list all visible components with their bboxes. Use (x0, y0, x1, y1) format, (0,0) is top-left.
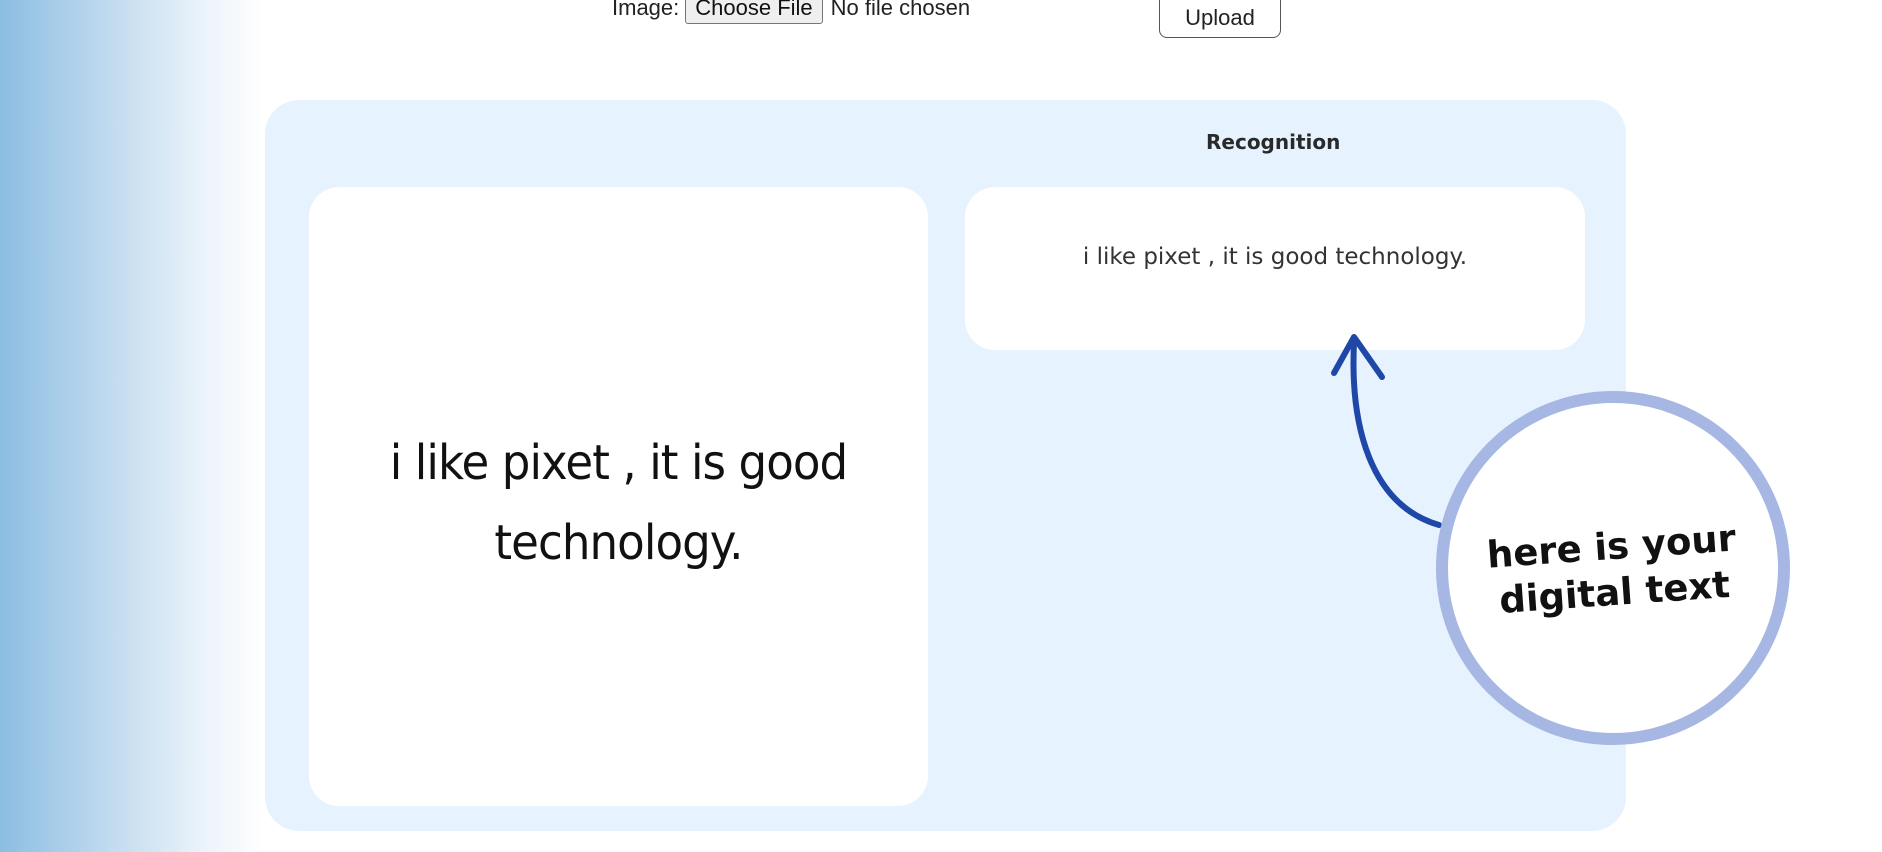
callout-text: here is your digital text (1445, 513, 1781, 628)
recognized-text-card: i like pixet , it is good technology. (965, 187, 1585, 350)
left-gradient-decoration (0, 0, 264, 852)
file-status-text: No file chosen (830, 0, 971, 20)
recognized-text: i like pixet , it is good technology. (1082, 244, 1468, 270)
handwriting-line-2: technology. (494, 515, 743, 571)
handwriting-line-1: i like pixet , it is good (389, 435, 848, 491)
uploaded-image-card: i like pixet , it is good technology. (309, 187, 928, 806)
upload-form: Image: Choose File No file chosen (612, 0, 970, 26)
upload-button[interactable]: Upload (1159, 0, 1281, 38)
curved-arrow-icon (1331, 334, 1442, 528)
recognition-heading: Recognition (1206, 130, 1341, 154)
choose-file-button[interactable]: Choose File (685, 0, 823, 24)
handwritten-image-text: i like pixet , it is good technology. (328, 423, 910, 583)
image-label: Image: (612, 0, 680, 20)
callout-badge: here is your digital text (1436, 391, 1790, 745)
